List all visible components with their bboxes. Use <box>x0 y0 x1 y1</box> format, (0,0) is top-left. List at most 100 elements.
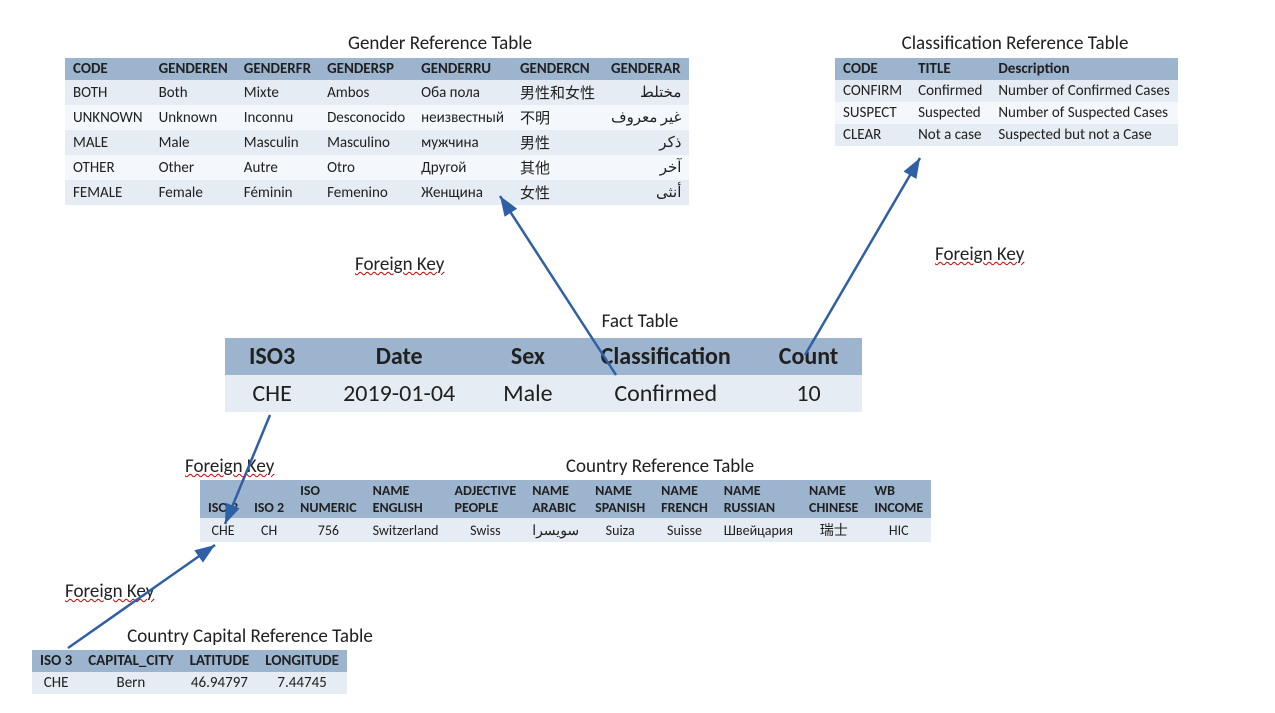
cell: мужчина <box>413 130 512 155</box>
cap-h2: LATITUDE <box>182 650 258 672</box>
cell: OTHER <box>65 155 151 180</box>
cell: Оба пола <box>413 80 512 105</box>
cty-h6: NAMESPANISH <box>587 480 653 518</box>
cty-h3: NAMEENGLISH <box>365 480 447 518</box>
cell: Desconocido <box>319 105 413 130</box>
cell: 男性和女性 <box>512 80 603 105</box>
cap-h0: ISO 3 <box>32 650 80 672</box>
gender-h5: GENDERCN <box>512 58 603 80</box>
fk-label-2: Foreign Key <box>935 243 1024 266</box>
cell: MALE <box>65 130 151 155</box>
cell: 46.94797 <box>182 672 258 694</box>
gender-h1: GENDEREN <box>151 58 236 80</box>
cell: 女性 <box>512 180 603 205</box>
cell: 7.44745 <box>257 672 347 694</box>
cell: Swiss <box>447 518 525 542</box>
cell: 756 <box>292 518 364 542</box>
cell: UNKNOWN <box>65 105 151 130</box>
cell: Male <box>151 130 236 155</box>
cell: CH <box>246 518 292 542</box>
gender-h3: GENDERSP <box>319 58 413 80</box>
cty-h7: NAMEFRENCH <box>653 480 716 518</box>
fact-c2: Male <box>479 375 576 412</box>
fact-h1: Date <box>319 338 479 375</box>
cls-h1: TITLE <box>910 58 990 80</box>
cty-h0: ISO 3 <box>200 480 246 518</box>
cell: Other <box>151 155 236 180</box>
capital-table: ISO 3 CAPITAL_CITY LATITUDE LONGITUDE CH… <box>32 650 347 694</box>
cap-h3: LONGITUDE <box>257 650 347 672</box>
cell: 瑞士 <box>801 518 866 542</box>
fk-label-4: Foreign Key <box>65 580 154 603</box>
cell: Mixte <box>236 80 319 105</box>
cell: Switzerland <box>365 518 447 542</box>
cell: FEMALE <box>65 180 151 205</box>
table-row: OTHEROtherAutreOtroДругой其他آخر <box>65 155 689 180</box>
gender-h2: GENDERFR <box>236 58 319 80</box>
cty-h1: ISO 2 <box>246 480 292 518</box>
cls-h0: CODE <box>835 58 910 80</box>
cell: Female <box>151 180 236 205</box>
cty-h8: NAMERUSSIAN <box>716 480 801 518</box>
cell: HIC <box>866 518 931 542</box>
cell: Number of Suspected Cases <box>990 102 1177 124</box>
capital-title: Country Capital Reference Table <box>100 625 400 648</box>
cell: Masculin <box>236 130 319 155</box>
table-row: BOTHBothMixteAmbosОба пола男性和女性مختلط <box>65 80 689 105</box>
cell: Unknown <box>151 105 236 130</box>
gender-h4: GENDERRU <box>413 58 512 80</box>
classification-title: Classification Reference Table <box>855 32 1175 55</box>
table-row: CLEARNot a caseSuspected but not a Case <box>835 124 1178 146</box>
cell: SUSPECT <box>835 102 910 124</box>
cty-h5: NAMEARABIC <box>524 480 587 518</box>
table-row: CONFIRMConfirmedNumber of Confirmed Case… <box>835 80 1178 102</box>
cell: Masculino <box>319 130 413 155</box>
fact-table: ISO3 Date Sex Classification Count CHE 2… <box>225 338 862 412</box>
cell: Not a case <box>910 124 990 146</box>
cell: غير معروف <box>603 105 689 130</box>
gender-table: CODE GENDEREN GENDERFR GENDERSP GENDERRU… <box>65 58 689 205</box>
gender-h0: CODE <box>65 58 151 80</box>
table-row: MALEMaleMasculinMasculinoмужчина男性ذكر <box>65 130 689 155</box>
cty-h9: NAMECHINESE <box>801 480 866 518</box>
gender-h6: GENDERAR <box>603 58 689 80</box>
fact-h2: Sex <box>479 338 576 375</box>
table-row: FEMALEFemaleFémininFemeninoЖенщина女性أنثى <box>65 180 689 205</box>
cell: Suiza <box>587 518 653 542</box>
cell: 其他 <box>512 155 603 180</box>
cell: Number of Confirmed Cases <box>990 80 1177 102</box>
cell: 不明 <box>512 105 603 130</box>
cty-h2: ISONUMERIC <box>292 480 364 518</box>
cell: Suspected but not a Case <box>990 124 1177 146</box>
cty-h10: WBINCOME <box>866 480 931 518</box>
cell: Другой <box>413 155 512 180</box>
fact-c0: CHE <box>225 375 319 412</box>
cell: سويسرا <box>524 518 587 542</box>
fact-h4: Count <box>755 338 862 375</box>
cell: 男性 <box>512 130 603 155</box>
cell: مختلط <box>603 80 689 105</box>
table-row: SUSPECTSuspectedNumber of Suspected Case… <box>835 102 1178 124</box>
fact-c1: 2019-01-04 <box>319 375 479 412</box>
gender-title: Gender Reference Table <box>300 32 580 55</box>
cell: Féminin <box>236 180 319 205</box>
fact-h3: Classification <box>577 338 755 375</box>
cell: Femenino <box>319 180 413 205</box>
table-row: UNKNOWNUnknownInconnuDesconocidoнеизвест… <box>65 105 689 130</box>
classification-table: CODE TITLE Description CONFIRMConfirmedN… <box>835 58 1178 146</box>
cell: Швейцария <box>716 518 801 542</box>
cell: Suspected <box>910 102 990 124</box>
cell: BOTH <box>65 80 151 105</box>
cell: Bern <box>80 672 181 694</box>
country-table: ISO 3 ISO 2 ISONUMERIC NAMEENGLISH ADJEC… <box>200 480 931 542</box>
country-title: Country Reference Table <box>520 455 800 478</box>
cty-h4: ADJECTIVEPEOPLE <box>447 480 525 518</box>
cell: CHE <box>32 672 80 694</box>
cell: Женщина <box>413 180 512 205</box>
table-row: CHECH756SwitzerlandSwissسويسراSuizaSuiss… <box>200 518 931 542</box>
cell: آخر <box>603 155 689 180</box>
cell: Inconnu <box>236 105 319 130</box>
fk-label-3: Foreign Key <box>185 455 274 478</box>
cell: CONFIRM <box>835 80 910 102</box>
cell: Suisse <box>653 518 716 542</box>
